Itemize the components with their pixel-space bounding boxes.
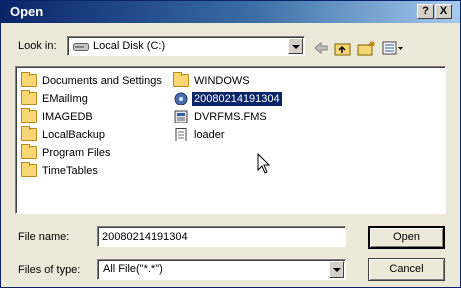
file-name: 20080214191304 bbox=[191, 91, 283, 107]
text-file-icon bbox=[175, 128, 187, 141]
folder-icon bbox=[21, 108, 37, 123]
media-file-icon bbox=[174, 92, 188, 105]
folder-icon bbox=[21, 90, 37, 105]
file-type-dropdown[interactable]: All File("*.*") bbox=[97, 259, 346, 280]
new-folder-icon[interactable] bbox=[357, 40, 377, 56]
file-name: DVRFMS.FMS bbox=[194, 111, 267, 123]
dialog-title: Open bbox=[10, 4, 44, 19]
open-dialog: Open ? X Look in: Local Disk (C:) Docume… bbox=[0, 0, 461, 288]
file-type-label: Files of type: bbox=[18, 264, 81, 276]
file-name: WINDOWS bbox=[194, 75, 250, 87]
chevron-down-icon[interactable] bbox=[329, 261, 344, 278]
close-button[interactable]: X bbox=[435, 4, 452, 19]
folder-icon bbox=[21, 144, 37, 159]
help-button[interactable]: ? bbox=[417, 4, 434, 19]
look-in-label: Look in: bbox=[18, 40, 57, 52]
back-arrow-icon[interactable] bbox=[313, 40, 329, 56]
folder-icon bbox=[21, 72, 37, 87]
file-name: Documents and Settings bbox=[42, 75, 162, 87]
chevron-down-icon[interactable] bbox=[288, 38, 303, 54]
file-list[interactable]: Documents and Settings EMailImg IMAGEDB … bbox=[15, 66, 446, 214]
file-name: TimeTables bbox=[42, 165, 98, 177]
hard-drive-icon bbox=[73, 43, 89, 51]
look-in-value: Local Disk (C:) bbox=[93, 40, 166, 52]
open-button[interactable]: Open bbox=[368, 226, 445, 249]
system-file-icon bbox=[174, 110, 188, 123]
file-name-value: 20080214191304 bbox=[102, 231, 188, 243]
file-name-input[interactable]: 20080214191304 bbox=[97, 226, 346, 247]
mouse-cursor-icon bbox=[257, 153, 271, 174]
file-type-value: All File("*.*") bbox=[103, 263, 163, 275]
view-menu-icon[interactable] bbox=[382, 40, 404, 56]
title-bar[interactable]: Open ? X bbox=[1, 1, 460, 23]
up-folder-icon[interactable] bbox=[334, 40, 352, 56]
cancel-button[interactable]: Cancel bbox=[368, 258, 445, 281]
file-name: loader bbox=[194, 129, 225, 141]
look-in-dropdown[interactable]: Local Disk (C:) bbox=[67, 36, 305, 56]
folder-icon bbox=[173, 72, 189, 87]
file-name: EMailImg bbox=[42, 93, 88, 105]
folder-icon bbox=[21, 126, 37, 141]
folder-icon bbox=[21, 162, 37, 177]
file-name: IMAGEDB bbox=[42, 111, 93, 123]
file-name: LocalBackup bbox=[42, 129, 105, 141]
file-name-label: File name: bbox=[18, 231, 70, 243]
file-name: Program Files bbox=[42, 147, 111, 159]
